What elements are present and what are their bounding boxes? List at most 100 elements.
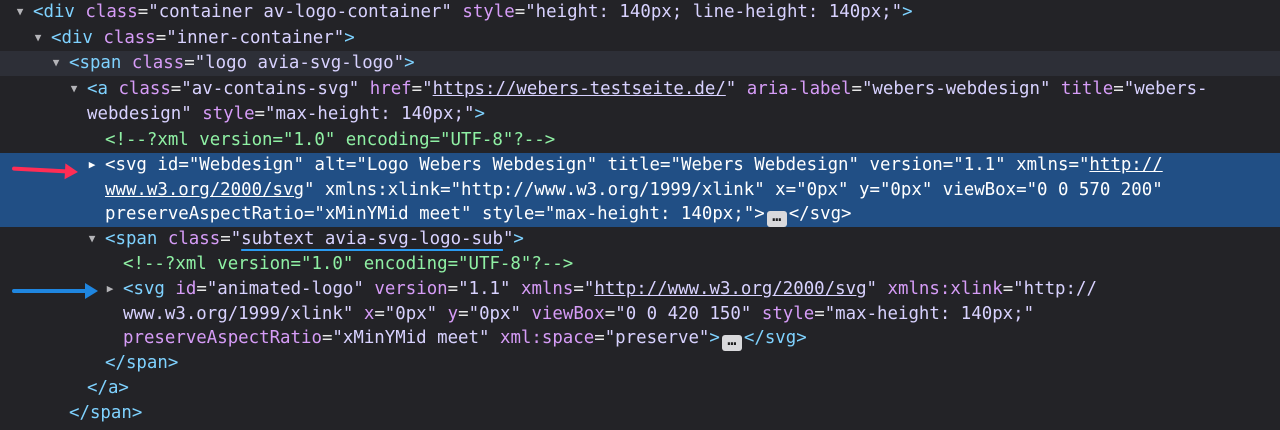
attr-name: x xyxy=(363,303,375,324)
expanded-triangle-icon[interactable]: ▼ xyxy=(85,227,99,252)
attr-name: class xyxy=(103,28,156,48)
dom-node-div-inner-container[interactable]: ▼ <div class="inner-container"> xyxy=(0,26,1280,51)
attr-value: "0px" xyxy=(468,303,521,324)
attr-value: "max-height: 140px;" xyxy=(824,303,1035,324)
dom-tree-panel: ▼ <div class="container av-logo-container… xyxy=(0,0,1280,430)
xmlns-link[interactable]: www.w3.org/2000/svg xyxy=(105,180,304,200)
attr-value: "max-height: 140px;" xyxy=(544,204,755,224)
attr-name: style xyxy=(481,204,535,224)
dom-node-xml-comment[interactable]: <!--?xml version="1.0" encoding="UTF-8"?… xyxy=(0,128,1280,153)
attr-value: "height: 140px; line-height: 140px;" xyxy=(525,2,903,22)
blue-annotation-arrow-icon xyxy=(12,283,98,299)
attr-value: "0px" xyxy=(384,303,438,324)
dom-node-div-container[interactable]: ▼ <div class="container av-logo-container… xyxy=(0,0,1280,25)
tag-end: </a> xyxy=(87,378,129,398)
attr-name: x xyxy=(775,179,786,200)
attr-value: "Webers Webdesign" xyxy=(670,155,859,175)
attr-name: id xyxy=(175,279,197,299)
tag-open: <div xyxy=(33,2,75,22)
attr-name: xml:space xyxy=(499,328,595,348)
attr-value: "1.1" xyxy=(458,279,511,299)
dom-node-span-subtext[interactable]: ▼ <span class="subtext avia-svg-logo-sub"… xyxy=(0,227,1280,252)
href-link[interactable]: https://webers-testseite.de/ xyxy=(433,79,726,99)
attr-name: style xyxy=(761,303,815,324)
expanded-triangle-icon[interactable]: ▼ xyxy=(67,77,81,102)
attr-name: id xyxy=(157,155,179,175)
dom-node-span-logo-close[interactable]: </span> xyxy=(0,401,1280,426)
attr-name: xmlns:xlink xyxy=(887,279,1003,299)
attr-value: "animated-logo" xyxy=(206,279,364,299)
attr-name: version xyxy=(374,279,448,299)
ellipsis-badge-icon[interactable]: … xyxy=(721,333,742,351)
dom-node-svg-webdesign-selected[interactable]: ▶ <svg id="Webdesign" alt="Logo Webers We… xyxy=(0,153,1280,227)
attr-name: title xyxy=(607,155,661,175)
tag-close: > xyxy=(754,204,765,224)
attr-value: webdesign" xyxy=(87,103,192,124)
attr-value: "Webdesign" xyxy=(188,155,304,175)
attr-value: "xMinYMid meet" xyxy=(332,328,490,348)
attr-name: aria-label xyxy=(746,79,852,99)
tag-open: <span xyxy=(105,229,158,249)
tag-end: </svg> xyxy=(788,204,852,224)
tag-close: > xyxy=(404,53,415,73)
attr-name: class xyxy=(131,53,185,73)
tag-end: </span> xyxy=(69,403,143,423)
tag-close: > xyxy=(709,328,720,348)
attr-name: preserveAspectRatio xyxy=(123,328,322,348)
xmlns-link[interactable]: http:// xyxy=(1089,155,1162,175)
attr-value: "0 0 420 150" xyxy=(615,303,752,324)
tag-close: > xyxy=(902,2,913,22)
attr-name: preserveAspectRatio xyxy=(105,204,304,224)
attr-value: "av-contains-svg" xyxy=(181,79,360,99)
attr-value: "inner-container" xyxy=(166,28,345,48)
attr-name: href xyxy=(369,79,412,99)
tag-open: <div xyxy=(51,28,93,48)
attr-value: "preserve" xyxy=(604,328,710,348)
attr-name: alt xyxy=(314,155,346,175)
dom-node-xml-comment[interactable]: <!--?xml version="1.0" encoding="UTF-8"?… xyxy=(0,252,1280,277)
expanded-triangle-icon[interactable]: ▼ xyxy=(31,26,45,51)
tag-close: > xyxy=(513,229,524,249)
attr-name: class xyxy=(118,79,171,99)
attr-name: version xyxy=(869,155,943,175)
attr-name: style xyxy=(462,2,515,22)
attr-value: "container av-logo-container" xyxy=(148,2,452,22)
attr-name: y xyxy=(858,179,870,200)
tag-open: <span xyxy=(69,53,122,73)
dom-node-svg-animated-logo[interactable]: ▶ <svg id="animated-logo" version="1.1" x… xyxy=(0,277,1280,351)
attr-value: "http:// xyxy=(1013,279,1097,299)
attr-value: "1.1" xyxy=(953,155,1006,175)
tag-end: </span> xyxy=(105,353,179,373)
ellipsis-badge-icon[interactable]: … xyxy=(766,209,787,227)
attr-value: "max-height: 140px;" xyxy=(265,103,475,124)
attr-name: xmlns xyxy=(520,279,574,299)
attr-value: "0 0 570 200" xyxy=(1026,179,1163,200)
xml-comment: <!--?xml version="1.0" encoding="UTF-8"?… xyxy=(123,254,574,274)
attr-value-highlighted: subtext avia-svg-logo-sub xyxy=(241,229,503,249)
attr-name: title xyxy=(1060,79,1114,99)
xmlns-link[interactable]: http://www.w3.org/2000/svg xyxy=(594,279,866,299)
dom-node-a-close[interactable]: </a> xyxy=(0,376,1280,401)
attr-value: "logo avia-svg-logo" xyxy=(194,53,405,73)
attr-name: viewBox xyxy=(942,179,1017,200)
dom-node-span-close[interactable]: </span> xyxy=(0,351,1280,376)
attr-name: xmlns xyxy=(1016,155,1069,175)
collapsed-triangle-icon[interactable]: ▶ xyxy=(103,277,117,302)
attr-value: "Logo Webers Webdesign" xyxy=(356,155,598,175)
tag-open: <svg xyxy=(105,155,147,175)
expanded-triangle-icon[interactable]: ▼ xyxy=(13,0,27,25)
collapsed-triangle-icon[interactable]: ▶ xyxy=(85,153,99,178)
tag-open: <a xyxy=(87,79,108,99)
expanded-triangle-icon[interactable]: ▼ xyxy=(49,51,63,76)
xml-comment: <!--?xml version="1.0" encoding="UTF-8"?… xyxy=(105,130,556,150)
attr-name: class xyxy=(167,229,221,249)
attr-value: "webers- xyxy=(1123,79,1208,99)
dom-node-span-logo[interactable]: ▼ <span class="logo avia-svg-logo"> xyxy=(0,51,1280,76)
dom-node-a-contains-svg[interactable]: ▼ <a class="av-contains-svg" href="https:… xyxy=(0,77,1280,126)
attr-value: "webers-webdesign" xyxy=(861,79,1051,99)
attr-value: "xMinYMid meet" xyxy=(314,204,472,224)
attr-name: xmlns:xlink xyxy=(324,179,441,200)
attr-name: viewBox xyxy=(531,303,605,324)
attr-name: y xyxy=(447,303,459,324)
tag-end: </svg> xyxy=(743,328,807,348)
